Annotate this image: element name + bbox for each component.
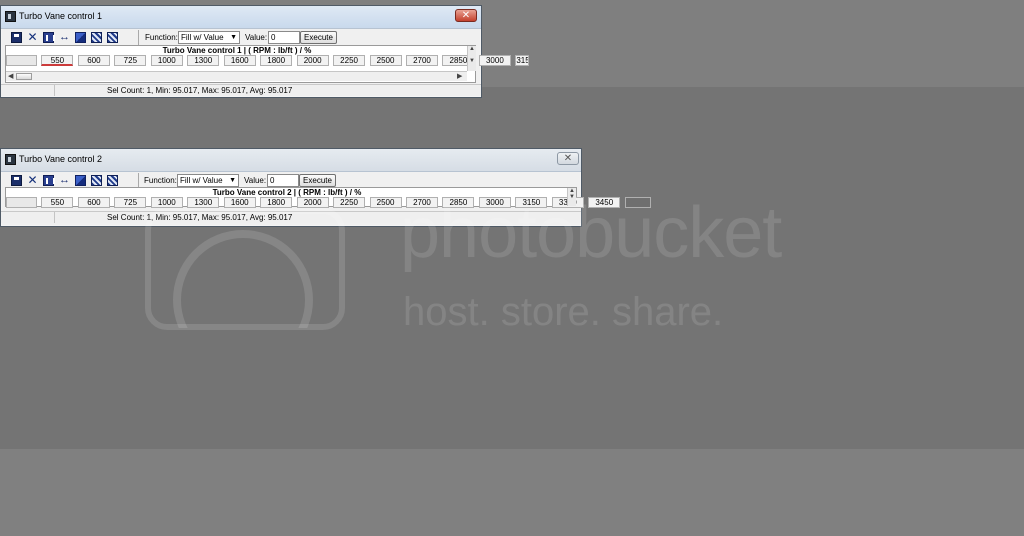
- grid-icon[interactable]: [91, 175, 102, 186]
- horizontal-scrollbar[interactable]: ◀ ▶: [6, 71, 467, 81]
- value-input[interactable]: 0: [268, 31, 300, 44]
- copy-icon[interactable]: [75, 32, 86, 43]
- grid-icon[interactable]: [91, 32, 102, 43]
- scroll-left-icon[interactable]: ◀: [8, 72, 13, 81]
- rpm-header-cell[interactable]: 3000: [478, 55, 511, 66]
- rpm-header-cell[interactable]: 2500: [369, 197, 402, 208]
- app-icon: [5, 11, 16, 22]
- rpm-header-cell[interactable]: 600: [77, 197, 110, 208]
- scroll-down-icon[interactable]: ▼: [468, 58, 476, 64]
- scroll-thumb[interactable]: [16, 73, 32, 80]
- window-title: Turbo Vane control 2: [19, 154, 103, 164]
- grid-alt-icon[interactable]: [107, 32, 118, 43]
- rpm-header-cell[interactable]: 1800: [260, 55, 293, 66]
- vertical-scrollbar[interactable]: ▲ ▼: [567, 188, 576, 206]
- execute-button[interactable]: Execute: [300, 31, 337, 44]
- status-bar: Sel Count: 1, Min: 95.017, Max: 95.017, …: [1, 84, 481, 96]
- rpm-header-cell[interactable]: 725: [114, 197, 147, 208]
- desktop-band: [0, 87, 1024, 449]
- rpm-header-cell[interactable]: 2850: [442, 197, 475, 208]
- corner-cell[interactable]: [6, 197, 37, 208]
- rpm-header-cell[interactable]: 600: [77, 55, 110, 66]
- value-input[interactable]: 0: [267, 174, 299, 187]
- rpm-header-cell[interactable]: 1000: [150, 55, 183, 66]
- window-turbo-vane-2[interactable]: Turbo Vane control 2 ✕ ✕ ↔ Function: Fil…: [0, 148, 651, 227]
- toolbar-separator: [138, 173, 139, 188]
- delete-icon[interactable]: ✕: [27, 174, 38, 186]
- status-segment: [1, 212, 55, 223]
- value-label: Value:: [245, 33, 268, 42]
- close-button[interactable]: ✕: [455, 9, 477, 22]
- toolbar-separator: [138, 30, 139, 45]
- scroll-down-icon[interactable]: ▼: [568, 194, 576, 200]
- status-text: Sel Count: 1, Min: 95.017, Max: 95.017, …: [107, 213, 293, 222]
- status-segment: [1, 85, 55, 96]
- rpm-header-cell[interactable]: 2700: [405, 197, 438, 208]
- rpm-header-cell[interactable]: 1800: [260, 197, 293, 208]
- execute-button[interactable]: Execute: [299, 174, 336, 187]
- rpm-header-cell[interactable]: 2000: [296, 197, 329, 208]
- delete-icon[interactable]: ✕: [27, 31, 38, 43]
- grid-alt-icon[interactable]: [107, 175, 118, 186]
- rpm-header-cell[interactable]: 1300: [187, 197, 220, 208]
- rpm-header-cell[interactable]: 3000: [478, 197, 511, 208]
- save-icon[interactable]: [11, 32, 22, 43]
- rpm-header-cell[interactable]: 1600: [223, 197, 256, 208]
- rpm-header-cell[interactable]: 2250: [333, 55, 366, 66]
- rpm-header-row: 550 600 725 1000 1300 1600 1800 2000 225…: [6, 197, 651, 208]
- app-icon: [5, 154, 16, 165]
- window-title: Turbo Vane control 1: [19, 11, 103, 21]
- scroll-up-icon[interactable]: ▲: [468, 46, 476, 52]
- function-select[interactable]: Fill w/ Value ▼: [178, 31, 240, 44]
- table-area[interactable]: Turbo Vane control 2 | ( RPM : lb/ft ) /…: [5, 187, 651, 208]
- table-area[interactable]: Turbo Vane control 1 | ( RPM : lb/ft ) /…: [5, 45, 530, 83]
- rpm-header-cell[interactable]: 315: [515, 55, 530, 66]
- rpm-header-cell[interactable]: 725: [114, 55, 147, 66]
- chevron-down-icon: ▼: [230, 34, 237, 41]
- rpm-header-cell[interactable]: 3450: [588, 197, 621, 208]
- desktop-lower: [0, 449, 1024, 536]
- status-text: Sel Count: 1, Min: 95.017, Max: 95.017, …: [107, 86, 293, 95]
- rpm-header-cell[interactable]: 1300: [187, 55, 220, 66]
- rpm-header-cell[interactable]: 550: [41, 197, 74, 208]
- titlebar[interactable]: Turbo Vane control 1 ✕: [1, 6, 481, 29]
- graph-icon[interactable]: [43, 32, 55, 43]
- graph-icon[interactable]: [43, 175, 55, 186]
- value-label: Value:: [244, 176, 267, 185]
- window-turbo-vane-1[interactable]: Turbo Vane control 1 ✕ ✕ ↔ Function: Fil…: [0, 5, 530, 98]
- scroll-right-icon[interactable]: ▶: [457, 72, 462, 81]
- close-button[interactable]: ✕: [557, 152, 579, 165]
- swap-icon[interactable]: ↔: [59, 175, 70, 186]
- rpm-header-cell[interactable]: 2000: [296, 55, 329, 66]
- table-title: Turbo Vane control 1 | ( RPM : lb/ft ) /…: [162, 46, 312, 55]
- rpm-header-cell[interactable]: 2700: [405, 55, 438, 66]
- copy-icon[interactable]: [75, 175, 86, 186]
- table-title: Turbo Vane control 2 | ( RPM : lb/ft ) /…: [212, 188, 362, 197]
- rpm-header-cell-selected[interactable]: [624, 197, 651, 208]
- rpm-header-cell[interactable]: 3150: [515, 197, 548, 208]
- function-label: Function:: [145, 33, 178, 42]
- rpm-header-cell[interactable]: 2500: [369, 55, 402, 66]
- status-bar: Sel Count: 1, Min: 95.017, Max: 95.017, …: [1, 211, 581, 223]
- function-label: Function:: [144, 176, 177, 185]
- function-select-value: Fill w/ Value: [180, 176, 223, 185]
- corner-cell[interactable]: [6, 55, 37, 66]
- function-select-value: Fill w/ Value: [181, 33, 224, 42]
- chevron-down-icon: ▼: [229, 177, 236, 184]
- rpm-header-cell[interactable]: 2250: [333, 197, 366, 208]
- rpm-header-cell[interactable]: 1000: [150, 197, 183, 208]
- rpm-header-cell[interactable]: 550: [41, 55, 74, 66]
- vertical-scrollbar[interactable]: ▲ ▼: [467, 46, 476, 71]
- rpm-header-row: 550 600 725 1000 1300 1600 1800 2000 225…: [6, 55, 530, 66]
- save-icon[interactable]: [11, 175, 22, 186]
- function-select[interactable]: Fill w/ Value ▼: [177, 174, 239, 187]
- rpm-header-cell[interactable]: 1600: [223, 55, 256, 66]
- titlebar[interactable]: Turbo Vane control 2 ✕: [1, 149, 581, 172]
- swap-icon[interactable]: ↔: [59, 32, 70, 43]
